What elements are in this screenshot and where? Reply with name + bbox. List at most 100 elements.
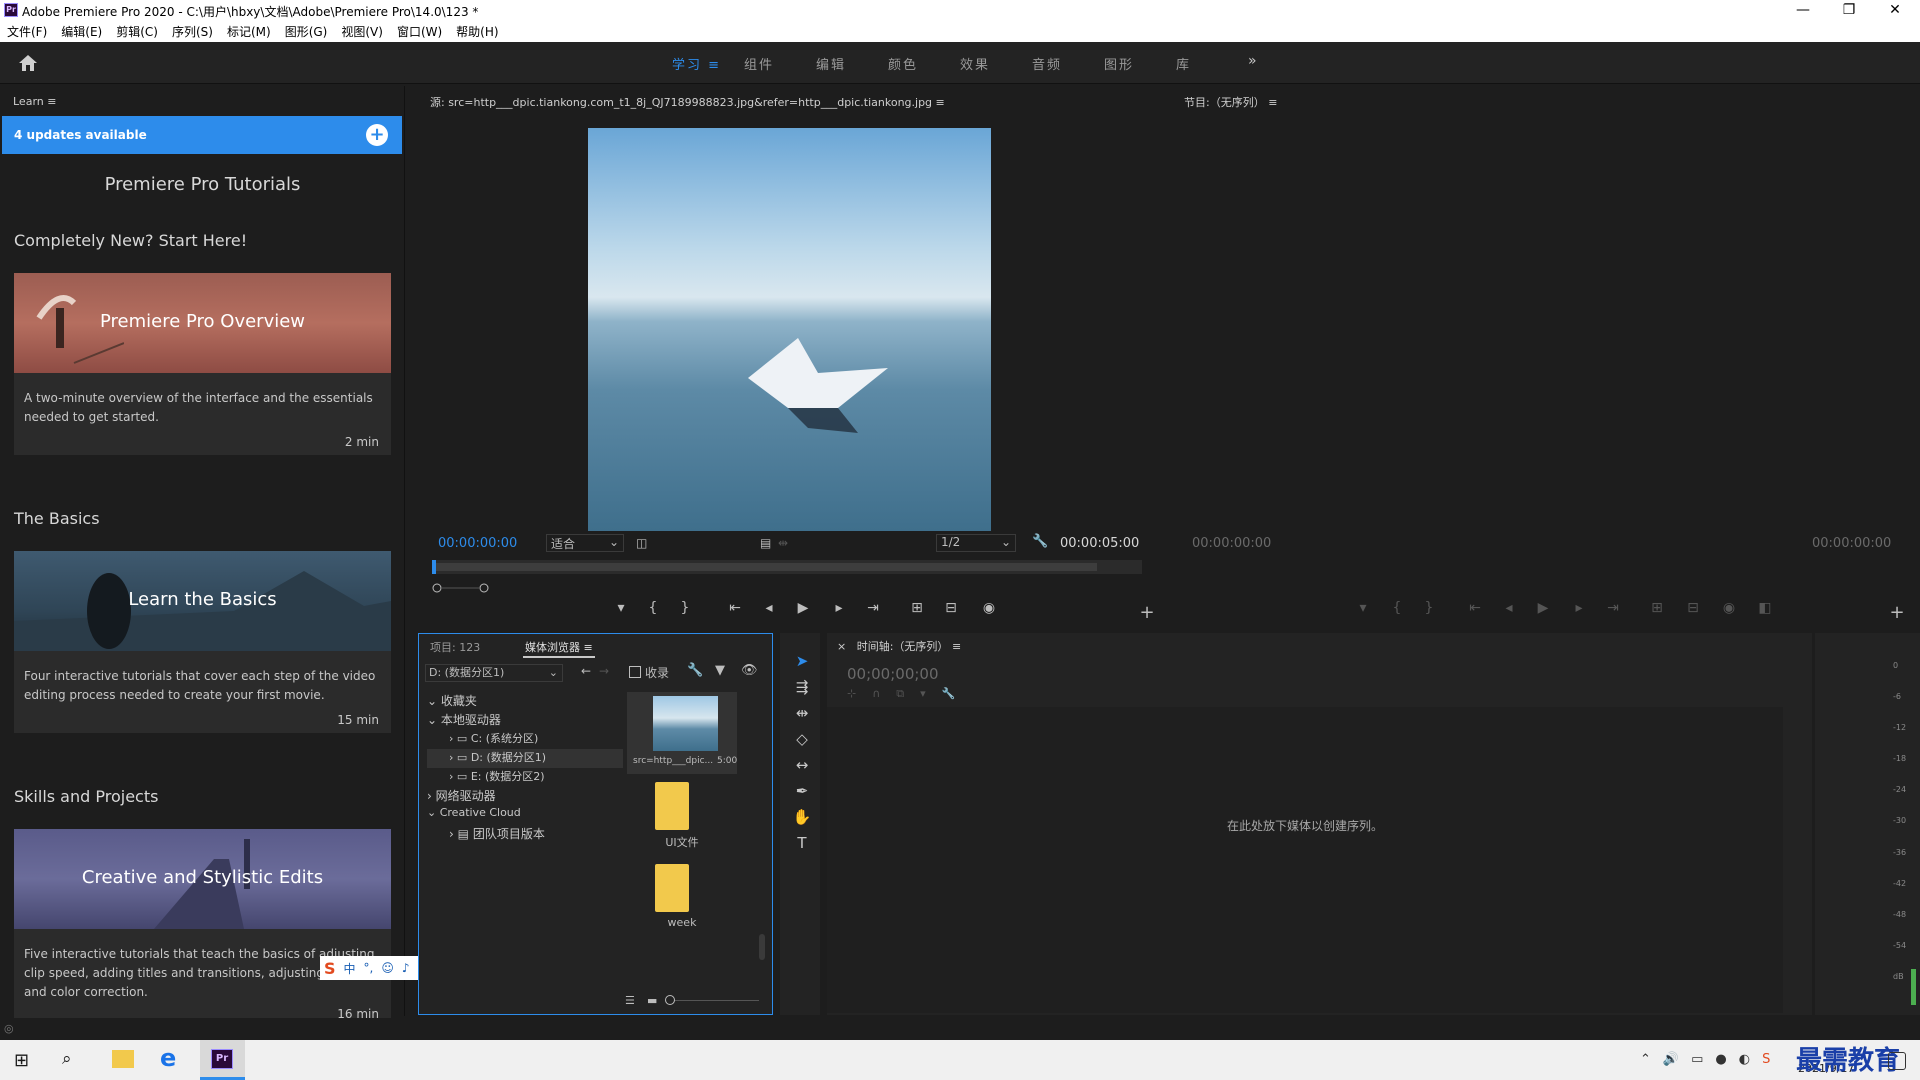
close-icon[interactable]: ✕ [1872, 0, 1918, 20]
step-back-icon[interactable]: ◂ [758, 600, 780, 616]
tree-item-favorites[interactable]: ⌄ 收藏夹 [427, 692, 623, 711]
go-to-in-icon[interactable]: ⇤ [724, 600, 746, 616]
volume-icon[interactable]: 🔊 [1663, 1052, 1679, 1067]
go-to-out-icon[interactable]: ⇥ [1602, 600, 1624, 616]
tab-learning[interactable]: 学习 ≡ [672, 54, 744, 73]
restore-icon[interactable]: ❐ [1826, 0, 1872, 20]
timeline-settings-wrench-icon[interactable]: 🔧 [942, 687, 956, 701]
ime-emoji-icon[interactable]: ☺ [381, 961, 394, 975]
tree-item-network-drives[interactable]: › 网络驱动器 [427, 787, 623, 806]
pen-tool-icon[interactable]: ✒ [792, 782, 812, 802]
ime-punctuation[interactable]: °, [364, 961, 374, 975]
extract-icon[interactable]: ⊟ [1682, 600, 1704, 616]
razor-tool-icon[interactable]: ◇ [792, 730, 812, 750]
file-explorer-icon[interactable] [112, 1050, 134, 1068]
tray-expand-icon[interactable]: ⌃ [1640, 1052, 1651, 1067]
status-icon[interactable]: ◎ [4, 1022, 14, 1035]
timeline-drop-area[interactable]: 在此处放下媒体以创建序列。 [827, 707, 1783, 1013]
step-back-icon[interactable]: ◂ [1498, 600, 1520, 616]
mark-in-icon[interactable]: { [1386, 600, 1408, 616]
panel-menu-icon[interactable]: ≡ [952, 640, 961, 653]
panel-menu-icon[interactable]: ≡ [47, 95, 56, 108]
zoom-slider[interactable] [667, 1000, 759, 1001]
folder-icon[interactable] [655, 782, 689, 830]
mark-in-icon[interactable]: { [642, 600, 664, 616]
export-frame-icon[interactable]: ◉ [978, 600, 1000, 616]
fit-dropdown[interactable]: 适合 ⌄ [546, 534, 624, 552]
app-tray-icon[interactable]: ● [1715, 1052, 1726, 1067]
add-icon[interactable]: + [366, 124, 388, 146]
tree-item-drive-c[interactable]: › ▭ C: (系统分区) [427, 730, 623, 749]
tree-item-local-drives[interactable]: ⌄ 本地驱动器 [427, 711, 623, 730]
home-icon[interactable] [18, 54, 38, 72]
button-editor-plus-icon[interactable]: + [1136, 602, 1158, 623]
windows-start-icon[interactable]: ⊞ [14, 1050, 29, 1071]
search-icon[interactable]: ⌕ [62, 1049, 72, 1069]
add-marker-icon[interactable]: ▾ [1352, 600, 1374, 616]
ingest-settings-wrench-icon[interactable]: 🔧 [687, 663, 703, 678]
ripple-edit-tool-icon[interactable]: ⇹ [792, 704, 812, 724]
type-tool-icon[interactable]: T [792, 834, 812, 854]
forward-arrow-icon[interactable]: → [599, 664, 609, 678]
tab-graphics[interactable]: 图形 [1104, 54, 1176, 73]
drag-icon[interactable]: ⇹ [778, 536, 788, 550]
add-marker-icon[interactable]: ▾ [610, 600, 632, 616]
step-forward-icon[interactable]: ▸ [828, 600, 850, 616]
icon-view-icon[interactable]: ▬ [647, 994, 657, 1007]
updates-banner[interactable]: 4 updates available + [2, 116, 402, 154]
tab-media-browser[interactable]: 媒体浏览器 ≡ [525, 639, 593, 655]
network-icon[interactable]: ▭ [1691, 1052, 1703, 1067]
go-to-in-icon[interactable]: ⇤ [1464, 600, 1486, 616]
hand-tool-icon[interactable]: ✋ [792, 808, 812, 828]
resolution-dropdown[interactable]: 1/2 ⌄ [936, 534, 1016, 552]
tree-item-creative-cloud[interactable]: ⌄ Creative Cloud [427, 806, 623, 825]
tab-editing[interactable]: 编辑 [816, 54, 888, 73]
tab-libraries[interactable]: 库 [1176, 54, 1248, 73]
go-to-out-icon[interactable]: ⇥ [862, 600, 884, 616]
slip-tool-icon[interactable]: ↔ [792, 756, 812, 776]
tree-item-drive-d[interactable]: › ▭ D: (数据分区1) [427, 749, 623, 768]
add-marker-icon[interactable]: ▾ [920, 687, 926, 701]
menu-file[interactable]: 文件(F) [7, 23, 47, 40]
menu-clip[interactable]: 剪辑(C) [116, 23, 158, 40]
menu-graphics[interactable]: 图形(G) [285, 23, 328, 40]
notification-icon[interactable] [1888, 1052, 1906, 1070]
back-arrow-icon[interactable]: ← [581, 664, 591, 678]
folder-icon[interactable] [655, 864, 689, 912]
tab-assembly[interactable]: 组件 [744, 54, 816, 73]
source-scrub-bar[interactable] [432, 560, 1142, 574]
list-view-icon[interactable]: ☰ [625, 994, 635, 1007]
tab-project[interactable]: 项目: 123 [430, 639, 480, 655]
selection-tool-icon[interactable]: ➤ [792, 652, 812, 672]
premiere-taskbar-button[interactable]: Pr [200, 1040, 245, 1080]
play-icon[interactable]: ▶ [792, 600, 814, 616]
settings-wrench-icon[interactable]: 🔧 [1032, 534, 1048, 549]
safe-margin-icon[interactable]: ◫ [636, 536, 647, 550]
filter-icon[interactable]: ▼ [715, 663, 725, 678]
tutorial-card-overview[interactable]: Premiere Pro Overview A two-minute overv… [14, 273, 391, 455]
ime-tray-icon[interactable]: ◐ [1739, 1052, 1750, 1067]
edge-browser-icon[interactable]: e [160, 1044, 176, 1072]
drive-dropdown[interactable]: D: (数据分区1) ⌄ [425, 664, 563, 682]
minimize-icon[interactable]: — [1780, 0, 1826, 20]
scrollbar[interactable] [759, 934, 765, 960]
button-editor-plus-icon[interactable]: + [1886, 602, 1908, 623]
comparison-view-icon[interactable]: ◧ [1754, 600, 1776, 616]
tab-color[interactable]: 颜色 [888, 54, 960, 73]
menu-help[interactable]: 帮助(H) [456, 23, 498, 40]
tree-item-team-projects[interactable]: › ▤ 团队项目版本 [427, 825, 623, 844]
mark-out-icon[interactable]: } [674, 600, 696, 616]
zoom-handles[interactable] [432, 578, 489, 593]
media-thumbnail-image[interactable]: src=http___dpic... 5:00 [627, 692, 737, 774]
ime-voice-icon[interactable]: ♪ [402, 961, 410, 975]
source-timecode-in[interactable]: 00:00:00:00 [438, 536, 517, 551]
tree-item-drive-e[interactable]: › ▭ E: (数据分区2) [427, 768, 623, 787]
menu-sequence[interactable]: 序列(S) [172, 23, 213, 40]
export-frame-icon[interactable]: ◉ [1718, 600, 1740, 616]
menu-window[interactable]: 窗口(W) [397, 23, 442, 40]
panel-menu-icon[interactable]: ≡ [1268, 96, 1277, 109]
tab-effects[interactable]: 效果 [960, 54, 1032, 73]
menu-marker[interactable]: 标记(M) [227, 23, 271, 40]
timeline-timecode[interactable]: 00;00;00;00 [847, 665, 939, 683]
close-icon[interactable]: × [837, 640, 846, 653]
